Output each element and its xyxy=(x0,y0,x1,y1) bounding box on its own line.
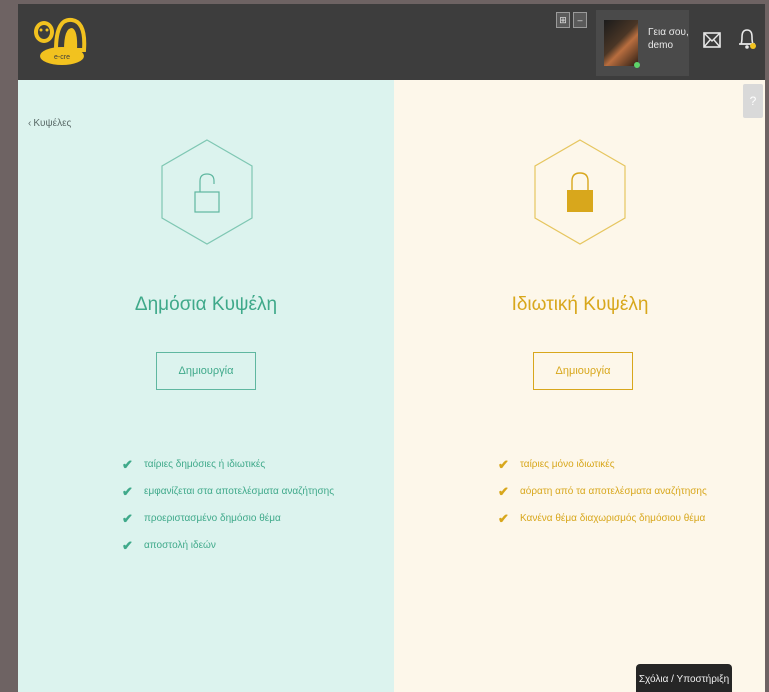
feature-text: αόρατη από τα αποτελέσματα αναζήτησης xyxy=(520,486,707,497)
check-icon: ✔ xyxy=(122,456,133,472)
public-hive-panel: ‹ Κυψέλες Δημόσια Κυψέλη Δημιουργία ✔ ταί… xyxy=(18,80,394,692)
feature-text: ταίριες δημόσιες ή ιδιωτικές xyxy=(144,459,266,470)
svg-text:e-cre: e-cre xyxy=(54,54,70,61)
check-icon: ✔ xyxy=(122,483,133,499)
check-icon: ✔ xyxy=(498,510,509,526)
public-feature-list: ✔ ταίριες δημόσιες ή ιδιωτικές ✔ εμφανίζετ… xyxy=(122,451,334,559)
back-link-label: Κυψέλες xyxy=(33,118,72,129)
screen-frame-left xyxy=(0,0,18,692)
top-header: e-cre ⊞ – Γεια σου, demo xyxy=(18,4,765,80)
list-item: ✔ αποστολή ιδεών xyxy=(122,532,334,559)
feature-text: ταίριες μόνο ιδιωτικές xyxy=(520,459,615,470)
unlocked-padlock-icon xyxy=(161,139,253,245)
feature-text: Κανένα θέμα διαχωρισμός δημόσιου θέμα xyxy=(520,513,706,524)
check-icon: ✔ xyxy=(122,537,133,553)
create-public-hive-button[interactable]: Δημιουργία xyxy=(156,352,256,390)
user-menu[interactable]: Γεια σου, demo xyxy=(596,10,689,76)
create-private-hive-button[interactable]: Δημιουργία xyxy=(533,352,633,390)
help-button[interactable]: ? xyxy=(743,84,763,118)
layout-icon[interactable]: ⊞ xyxy=(556,12,570,28)
user-greeting-line2: demo xyxy=(648,40,674,51)
list-item: ✔ αόρατη από τα αποτελέσματα αναζήτησης xyxy=(498,478,707,505)
avatar[interactable] xyxy=(604,20,638,66)
check-icon: ✔ xyxy=(122,510,133,526)
logo-icon[interactable]: e-cre xyxy=(30,12,88,68)
app-window: e-cre ⊞ – Γεια σου, demo ‹ Κυψέλες Δημόσ… xyxy=(18,4,765,692)
screen-frame-right xyxy=(765,0,769,692)
bell-icon[interactable] xyxy=(736,26,758,52)
list-item: ✔ ταίριες δημόσιες ή ιδιωτικές xyxy=(122,451,334,478)
locked-padlock-icon xyxy=(534,139,626,245)
back-link[interactable]: ‹ Κυψέλες xyxy=(28,118,71,129)
widget-controls: ⊞ – xyxy=(556,12,587,28)
public-hive-title: Δημόσια Κυψέλη xyxy=(134,294,278,315)
feature-text: προεριστασμένο δημόσιο θέμα xyxy=(144,513,281,524)
check-icon: ✔ xyxy=(498,456,509,472)
user-greeting[interactable]: Γεια σου, demo xyxy=(648,26,689,52)
minimize-icon[interactable]: – xyxy=(573,12,587,28)
user-greeting-line1: Γεια σου, xyxy=(648,27,689,38)
list-item: ✔ εμφανίζεται στα αποτελέσματα αναζήτησης xyxy=(122,478,334,505)
feedback-support-button[interactable]: Σχόλια / Υποστήριξη xyxy=(636,664,732,692)
private-feature-list: ✔ ταίριες μόνο ιδιωτικές ✔ αόρατη από τα α… xyxy=(498,451,707,532)
list-item: ✔ Κανένα θέμα διαχωρισμός δημόσιου θέμα xyxy=(498,505,707,532)
check-icon: ✔ xyxy=(498,483,509,499)
private-hive-title: Ιδιωτική Κυψέλη xyxy=(511,294,649,315)
list-item: ✔ ταίριες μόνο ιδιωτικές xyxy=(498,451,707,478)
feature-text: εμφανίζεται στα αποτελέσματα αναζήτησης xyxy=(144,486,335,497)
online-status-icon xyxy=(634,62,640,68)
feature-text: αποστολή ιδεών xyxy=(144,540,216,551)
list-item: ✔ προεριστασμένο δημόσιο θέμα xyxy=(122,505,334,532)
chevron-left-icon: ‹ xyxy=(28,118,32,129)
private-hive-panel: ? Ιδιωτική Κυψέλη Δημιουργία ✔ ταίριες μό… xyxy=(394,80,765,692)
envelope-icon[interactable] xyxy=(702,30,722,50)
